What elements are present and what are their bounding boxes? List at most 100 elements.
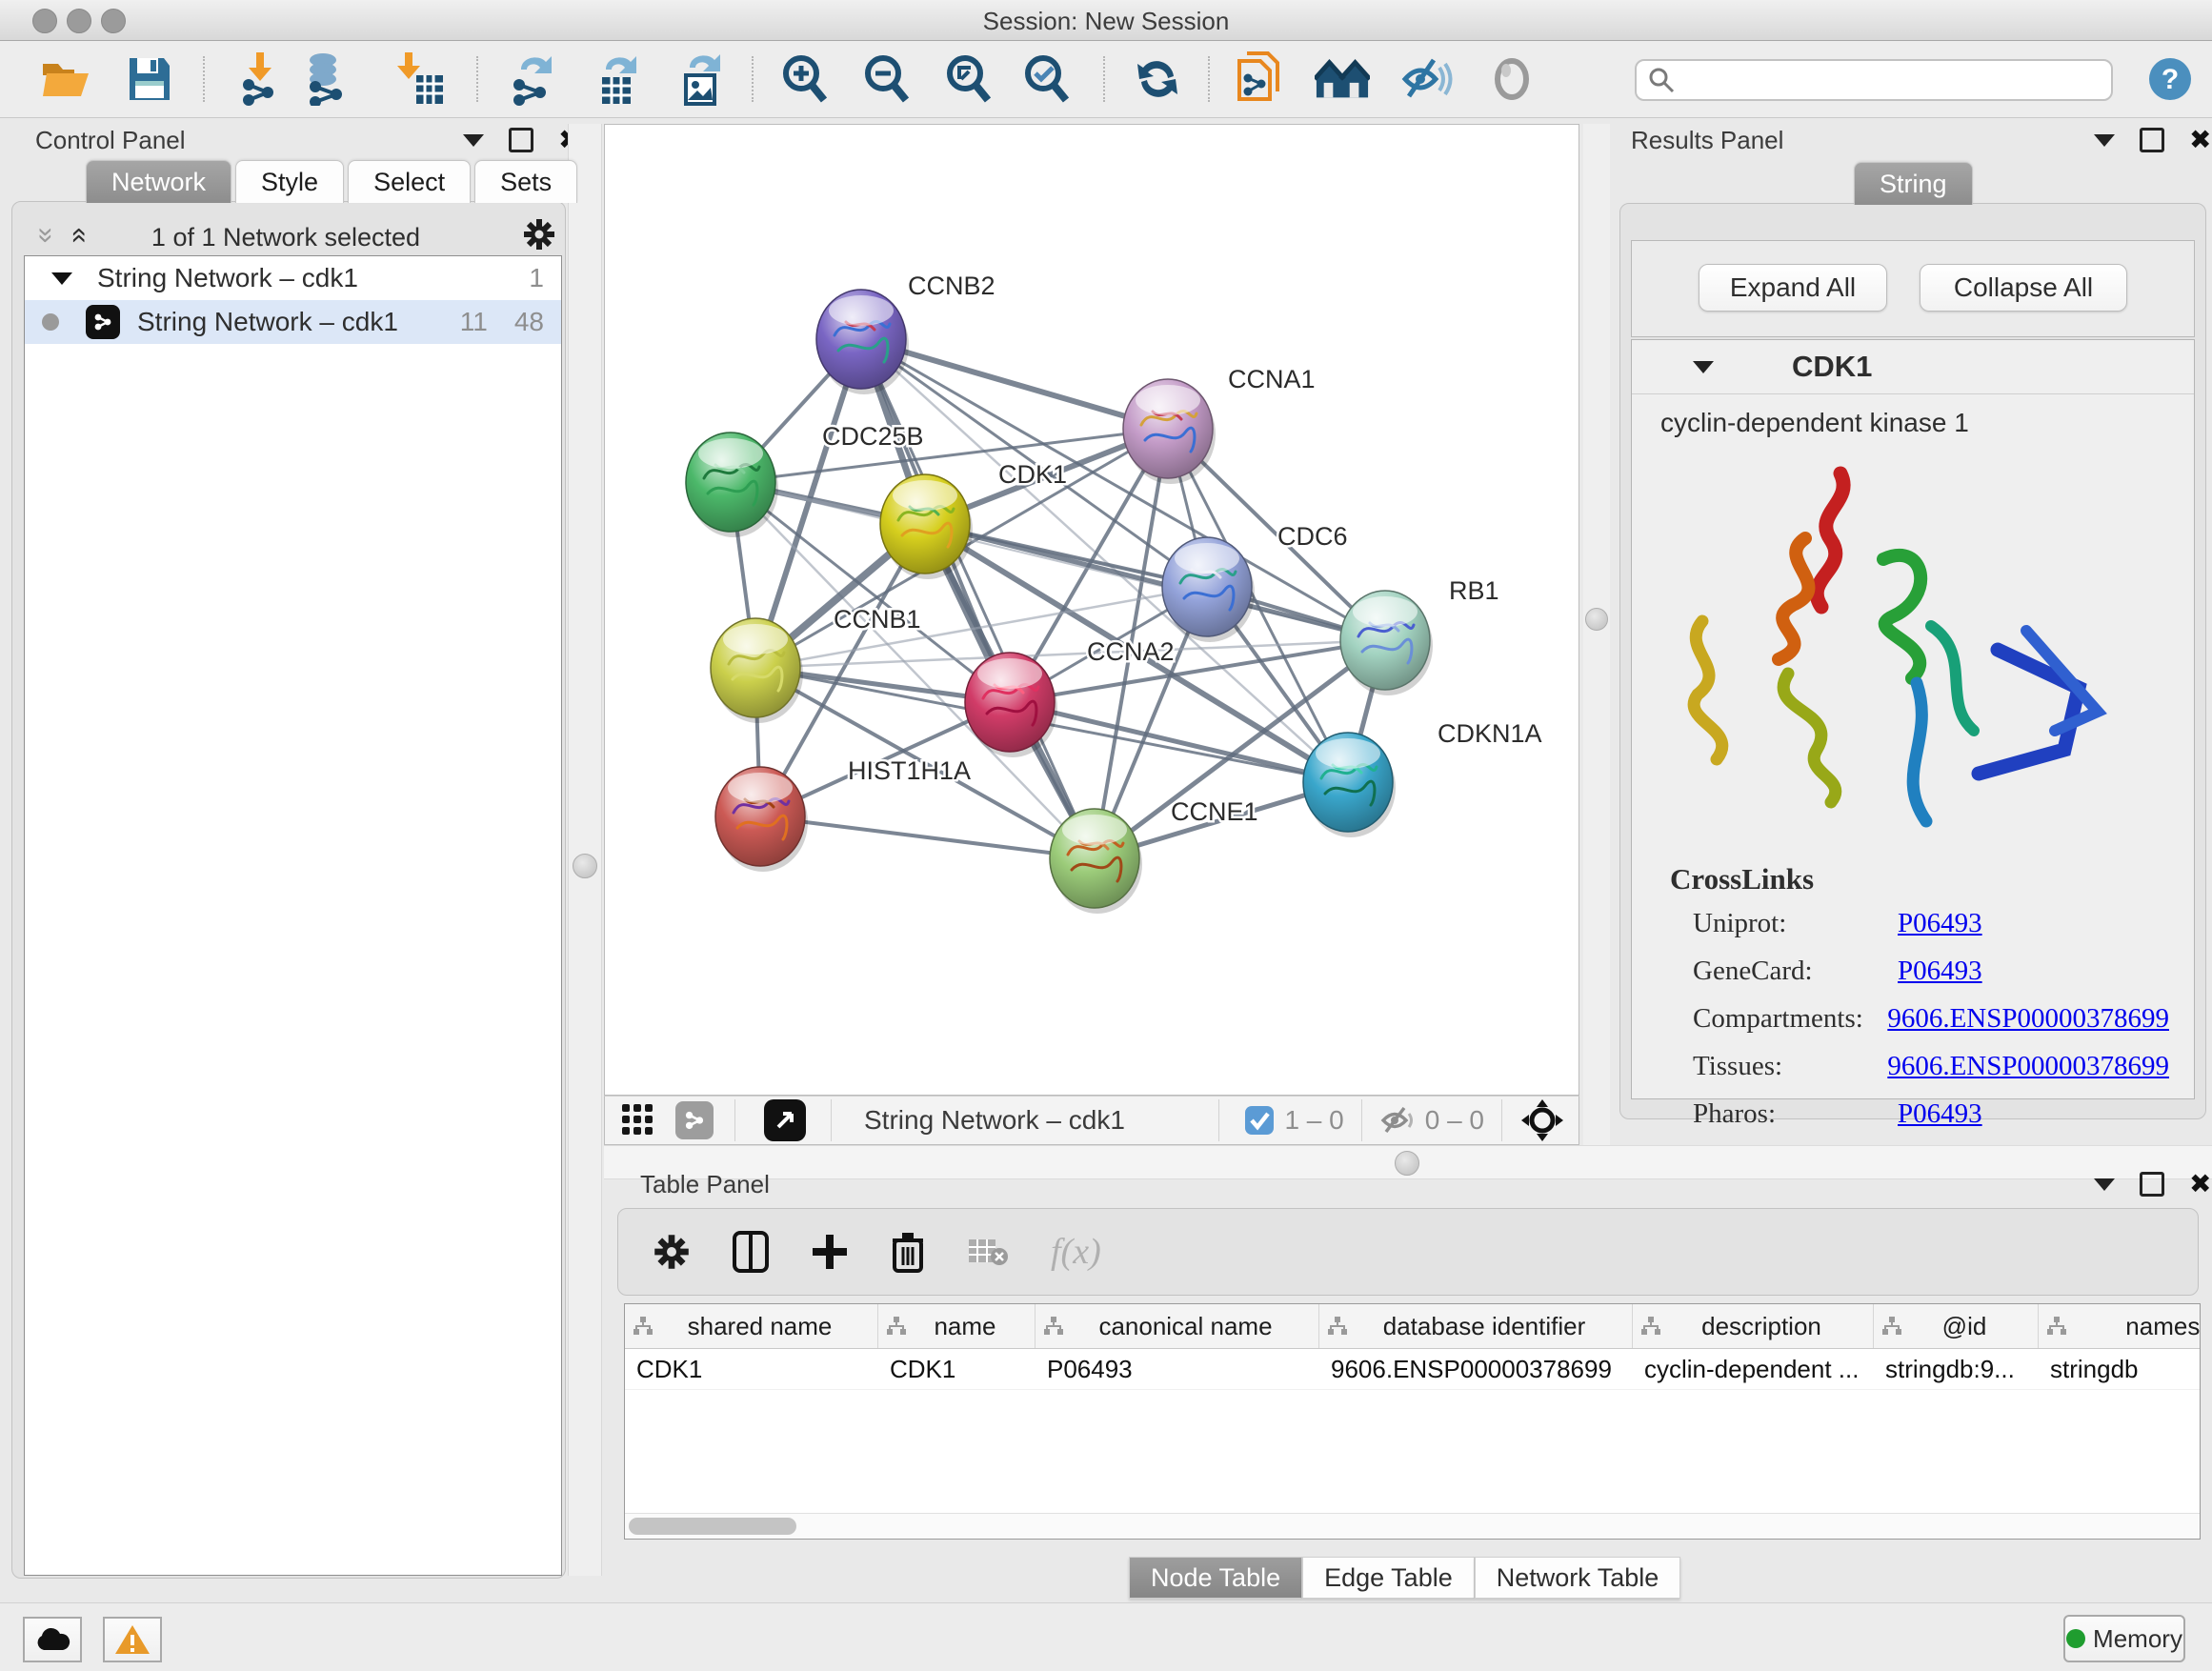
selected-checkbox-icon[interactable] [1244,1105,1275,1136]
warning-icon [113,1623,151,1656]
collapse-entry-icon[interactable] [1693,361,1714,373]
crosslink-value-link[interactable]: P06493 [1898,1098,1982,1130]
open-folder-icon[interactable] [38,50,93,108]
node-CDK1[interactable]: CDK1 [880,460,1067,579]
import-network-from-database-icon[interactable] [297,50,352,108]
column-type-icon [2046,1316,2067,1337]
column-header-namespace[interactable]: namespace [2039,1304,2201,1348]
result-card-header[interactable]: CDK1 [1632,340,2194,394]
export-network-icon[interactable] [505,50,560,108]
tab-sets[interactable]: Sets [474,160,577,203]
float-panel-icon[interactable] [509,128,533,152]
delete-table-icon [967,1236,1009,1268]
zoom-selected-icon[interactable] [1019,50,1075,108]
table-cell[interactable]: cyclin-dependent ... [1633,1349,1874,1389]
expand-all-button[interactable]: Expand All [1699,264,1887,312]
help-icon[interactable]: ? [2147,56,2193,102]
zoom-out-icon[interactable] [859,50,915,108]
column-header-description[interactable]: description [1633,1304,1874,1348]
export-table-icon[interactable] [591,50,646,108]
network-canvas[interactable]: CCNB2CCNA1CDC25BCDK1CDC6RB1CCNB1CCNA2CDK… [604,124,1579,1096]
close-panel-icon[interactable]: ✖ [2189,1175,2211,1194]
string-view-icon[interactable] [675,1101,714,1139]
collapse-panel-icon[interactable] [2094,134,2115,147]
close-panel-icon[interactable]: ✖ [2189,131,2211,150]
tab-style[interactable]: Style [235,160,344,203]
crosslink-value-link[interactable]: P06493 [1898,956,1982,987]
export-image-icon[interactable] [673,50,728,108]
vertical-splitter-left[interactable] [568,124,602,1576]
network-row-selected[interactable]: String Network – cdk1 11 48 [25,300,561,344]
splitter-handle[interactable] [1585,608,1608,631]
column-header-database-identifier[interactable]: database identifier [1319,1304,1633,1348]
column-header-name[interactable]: name [878,1304,1036,1348]
delete-column-trash-icon[interactable] [891,1231,925,1273]
tab-string[interactable]: String [1854,162,1973,205]
horizontal-splitter[interactable] [604,1145,2212,1179]
warnings-button[interactable] [103,1617,162,1662]
share-document-icon[interactable] [1233,50,1288,108]
expand-all-networks-icon[interactable]: » [61,228,93,244]
refresh-icon[interactable] [1130,50,1185,108]
splitter-handle[interactable] [573,854,597,878]
import-table-icon[interactable] [392,50,448,108]
collapse-all-networks-icon[interactable]: » [30,228,62,244]
network-edge-count: 48 [514,307,544,337]
table-settings-gear-icon[interactable] [653,1233,691,1271]
tab-edge-table[interactable]: Edge Table [1302,1557,1475,1599]
network-options-gear-icon[interactable] [522,217,556,252]
table-cell[interactable]: 9606.ENSP00000378699 [1319,1349,1633,1389]
table-horizontal-scrollbar[interactable] [625,1513,2200,1539]
tab-node-table[interactable]: Node Table [1129,1557,1302,1599]
collapse-panel-icon[interactable] [463,134,484,147]
float-panel-icon[interactable] [2140,1172,2164,1197]
save-session-icon[interactable] [122,50,177,108]
zoom-in-icon[interactable] [777,50,833,108]
node-CDKN1A[interactable]: CDKN1A [1303,719,1542,837]
zoom-fit-icon[interactable] [941,50,996,108]
table-cell[interactable]: stringdb:9... [1874,1349,2039,1389]
table-cell[interactable]: P06493 [1036,1349,1319,1389]
cloud-status-button[interactable] [23,1617,82,1662]
node-CCNA1[interactable]: CCNA1 [1123,365,1316,484]
node-RB1[interactable]: RB1 [1340,576,1499,695]
column-header-shared-name[interactable]: shared name [625,1304,878,1348]
crosslink-value-link[interactable]: P06493 [1898,908,1982,939]
vertical-splitter-right[interactable] [1583,124,1610,1145]
scrollbar-thumb[interactable] [629,1518,796,1535]
edge-HIST1H1A-CCNE1[interactable] [760,816,1095,858]
add-column-icon[interactable] [811,1233,849,1271]
import-network-icon[interactable] [232,50,288,108]
node-label-CCNA2: CCNA2 [1087,637,1175,666]
float-panel-icon[interactable] [2140,128,2164,152]
memory-button[interactable]: Memory [2063,1615,2185,1662]
search-input[interactable] [1675,66,2088,94]
grid-view-icon[interactable] [622,1104,654,1137]
birdseye-view-icon[interactable] [764,1099,806,1141]
hidden-eye-slash-icon[interactable] [1379,1104,1418,1137]
table-cell[interactable]: stringdb [2039,1349,2201,1389]
table-cell[interactable]: CDK1 [625,1349,878,1389]
collection-caret-icon[interactable] [51,272,72,285]
show-all-eye-icon[interactable] [1484,50,1539,108]
string-home-icon[interactable] [1315,50,1370,108]
splitter-handle[interactable] [1395,1151,1419,1176]
table-cell[interactable]: CDK1 [878,1349,1036,1389]
table-row[interactable]: CDK1CDK1P064939606.ENSP00000378699cyclin… [625,1349,2200,1390]
tab-select[interactable]: Select [348,160,471,203]
network-collection-row[interactable]: String Network – cdk1 1 [25,256,561,300]
column-header-@id[interactable]: @id [1874,1304,2039,1348]
collapse-panel-icon[interactable] [2094,1178,2115,1191]
tab-network[interactable]: Network [86,160,231,203]
node-HIST1H1A[interactable]: HIST1H1A [715,756,971,872]
crosslink-value-link[interactable]: 9606.ENSP00000378699 [1887,1003,2169,1035]
show-columns-icon[interactable] [733,1231,769,1273]
fit-content-crosshair-icon[interactable] [1521,1099,1563,1141]
crosslink-value-link[interactable]: 9606.ENSP00000378699 [1887,1051,2169,1082]
column-header-canonical-name[interactable]: canonical name [1036,1304,1319,1348]
tab-network-table[interactable]: Network Table [1475,1557,1681,1599]
collapse-all-button[interactable]: Collapse All [1920,264,2127,312]
hide-selected-eye-slash-icon[interactable] [1398,50,1454,108]
node-CCNB2[interactable]: CCNB2 [816,272,995,394]
results-panel-controls: ✖ [2094,128,2211,152]
